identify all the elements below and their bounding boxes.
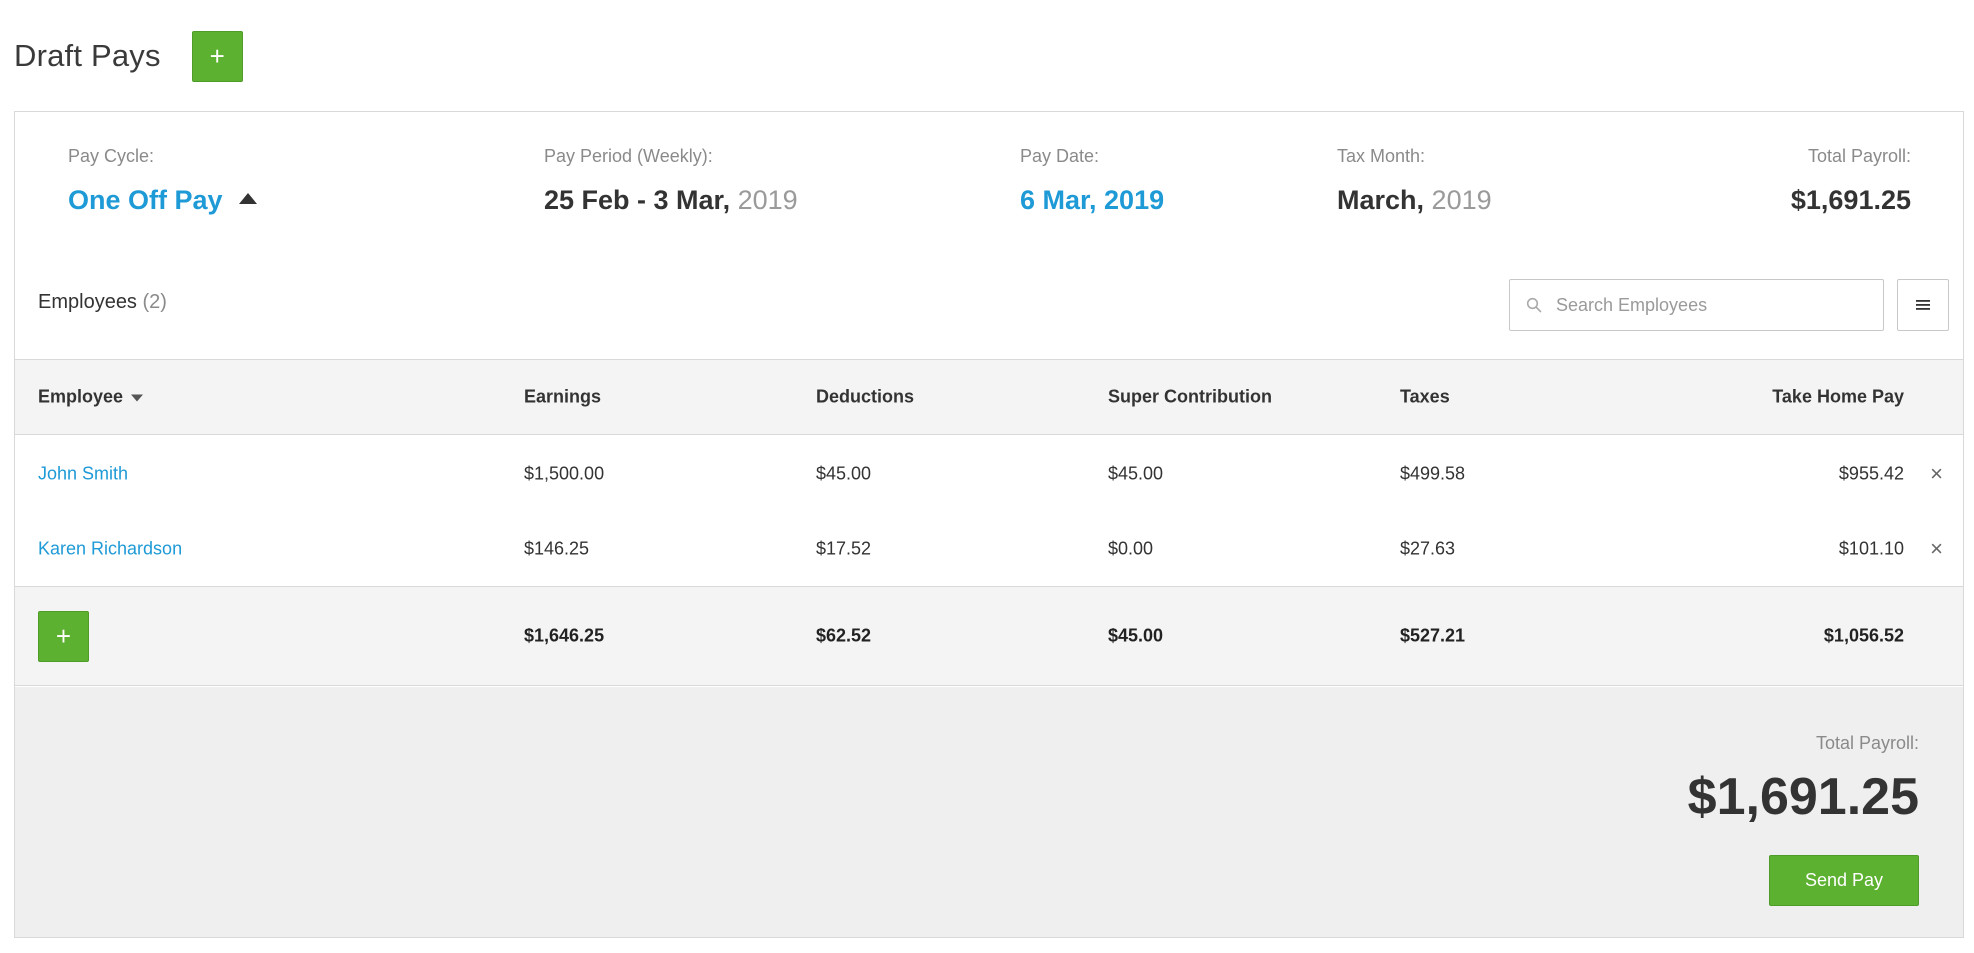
pay-period-section: Pay Period (Weekly): 25 Feb - 3 Mar, 201… bbox=[544, 146, 798, 216]
search-employees-input[interactable] bbox=[1556, 294, 1856, 316]
employees-count: (2) bbox=[142, 291, 167, 313]
employee-name-link[interactable]: John Smith bbox=[38, 463, 128, 484]
pay-period-range: 25 Feb - 3 Mar, bbox=[544, 185, 731, 215]
column-taxes: Taxes bbox=[1400, 386, 1450, 407]
remove-row-close-icon[interactable]: × bbox=[1930, 536, 1943, 562]
deductions-value: $45.00 bbox=[816, 463, 872, 483]
totals-row: + $1,646.25 $62.52 $45.00 $527.21 $1,056… bbox=[15, 587, 1963, 686]
employees-heading-text: Employees bbox=[38, 291, 137, 313]
hamburger-icon bbox=[1916, 300, 1930, 310]
payroll-footer: Total Payroll: $1,691.25 Send Pay bbox=[15, 687, 1963, 937]
take-home-value: $101.10 bbox=[1838, 538, 1904, 558]
search-icon bbox=[1526, 297, 1542, 313]
total-super: $45.00 bbox=[1108, 625, 1164, 646]
column-employee-label[interactable]: Employee bbox=[38, 387, 123, 407]
pay-summary: Pay Cycle: One Off Pay Pay Period (Weekl… bbox=[15, 112, 1963, 257]
taxes-value: $27.63 bbox=[1400, 538, 1456, 558]
take-home-value: $955.42 bbox=[1838, 463, 1904, 483]
total-take-home: $1,056.52 bbox=[1823, 625, 1904, 646]
remove-row-close-icon[interactable]: × bbox=[1930, 461, 1943, 487]
total-payroll-value: $1,691.25 bbox=[1790, 185, 1911, 215]
page-header: Draft Pays + bbox=[14, 30, 243, 82]
tax-month-label: Tax Month: bbox=[1337, 146, 1426, 166]
column-employee[interactable]: Employee bbox=[38, 387, 144, 408]
table-row: John Smith $1,500.00 $45.00 $45.00 $499.… bbox=[15, 436, 1963, 512]
column-super-contribution: Super Contribution bbox=[1108, 386, 1272, 407]
super-value: $0.00 bbox=[1108, 538, 1154, 558]
table-header: Employee Earnings Deductions Super Contr… bbox=[15, 360, 1963, 435]
employees-toolbar: Employees (2) bbox=[15, 257, 1963, 360]
pay-period-value: 25 Feb - 3 Mar, 2019 bbox=[544, 185, 798, 216]
add-draft-pay-button[interactable]: + bbox=[191, 30, 243, 82]
pay-date-value[interactable]: 6 Mar, 2019 bbox=[1020, 185, 1164, 216]
column-menu-button[interactable] bbox=[1897, 279, 1949, 331]
pay-cycle-section: Pay Cycle: One Off Pay bbox=[68, 146, 257, 216]
pay-period-year: 2019 bbox=[737, 185, 798, 215]
total-taxes: $527.21 bbox=[1400, 625, 1466, 646]
footer-total-value: $1,691.25 bbox=[1687, 768, 1919, 826]
column-take-home-pay: Take Home Pay bbox=[1772, 386, 1904, 407]
sort-down-icon[interactable] bbox=[131, 394, 144, 402]
total-payroll-section: Total Payroll: $1,691.25 bbox=[1791, 146, 1911, 216]
employees-heading: Employees (2) bbox=[38, 291, 167, 314]
tax-month-month: March, bbox=[1337, 185, 1425, 215]
pay-cycle-text[interactable]: One Off Pay bbox=[68, 185, 223, 215]
taxes-value: $499.58 bbox=[1400, 463, 1466, 483]
employee-name-link[interactable]: Karen Richardson bbox=[38, 538, 182, 559]
draft-pay-card: Pay Cycle: One Off Pay Pay Period (Weekl… bbox=[14, 111, 1964, 938]
tax-month-section: Tax Month: March, 2019 bbox=[1337, 146, 1492, 216]
pay-period-label: Pay Period (Weekly): bbox=[544, 146, 713, 166]
pay-date-text[interactable]: 6 Mar, 2019 bbox=[1020, 185, 1164, 215]
caret-up-icon[interactable] bbox=[238, 193, 257, 205]
tax-month-value: March, 2019 bbox=[1337, 185, 1492, 216]
table-row: Karen Richardson $146.25 $17.52 $0.00 $2… bbox=[15, 511, 1963, 587]
pay-cycle-value[interactable]: One Off Pay bbox=[68, 185, 257, 216]
total-earnings: $1,646.25 bbox=[524, 625, 605, 646]
pay-date-section: Pay Date: 6 Mar, 2019 bbox=[1020, 146, 1164, 216]
column-earnings: Earnings bbox=[524, 386, 602, 407]
search-employees-box[interactable] bbox=[1509, 279, 1884, 331]
earnings-value: $1,500.00 bbox=[524, 463, 605, 483]
pay-cycle-label: Pay Cycle: bbox=[68, 146, 155, 166]
footer-total-label: Total Payroll: bbox=[1815, 733, 1919, 753]
send-pay-button[interactable]: Send Pay bbox=[1769, 855, 1919, 906]
column-deductions: Deductions bbox=[816, 386, 915, 407]
page-title: Draft Pays bbox=[14, 38, 161, 73]
earnings-value: $146.25 bbox=[524, 538, 590, 558]
pay-date-label: Pay Date: bbox=[1020, 146, 1100, 166]
deductions-value: $17.52 bbox=[816, 538, 872, 558]
total-deductions: $62.52 bbox=[816, 625, 872, 646]
super-value: $45.00 bbox=[1108, 463, 1164, 483]
tax-month-year: 2019 bbox=[1431, 185, 1492, 215]
total-payroll-label: Total Payroll: bbox=[1807, 146, 1911, 166]
add-employee-button[interactable]: + bbox=[38, 611, 89, 662]
